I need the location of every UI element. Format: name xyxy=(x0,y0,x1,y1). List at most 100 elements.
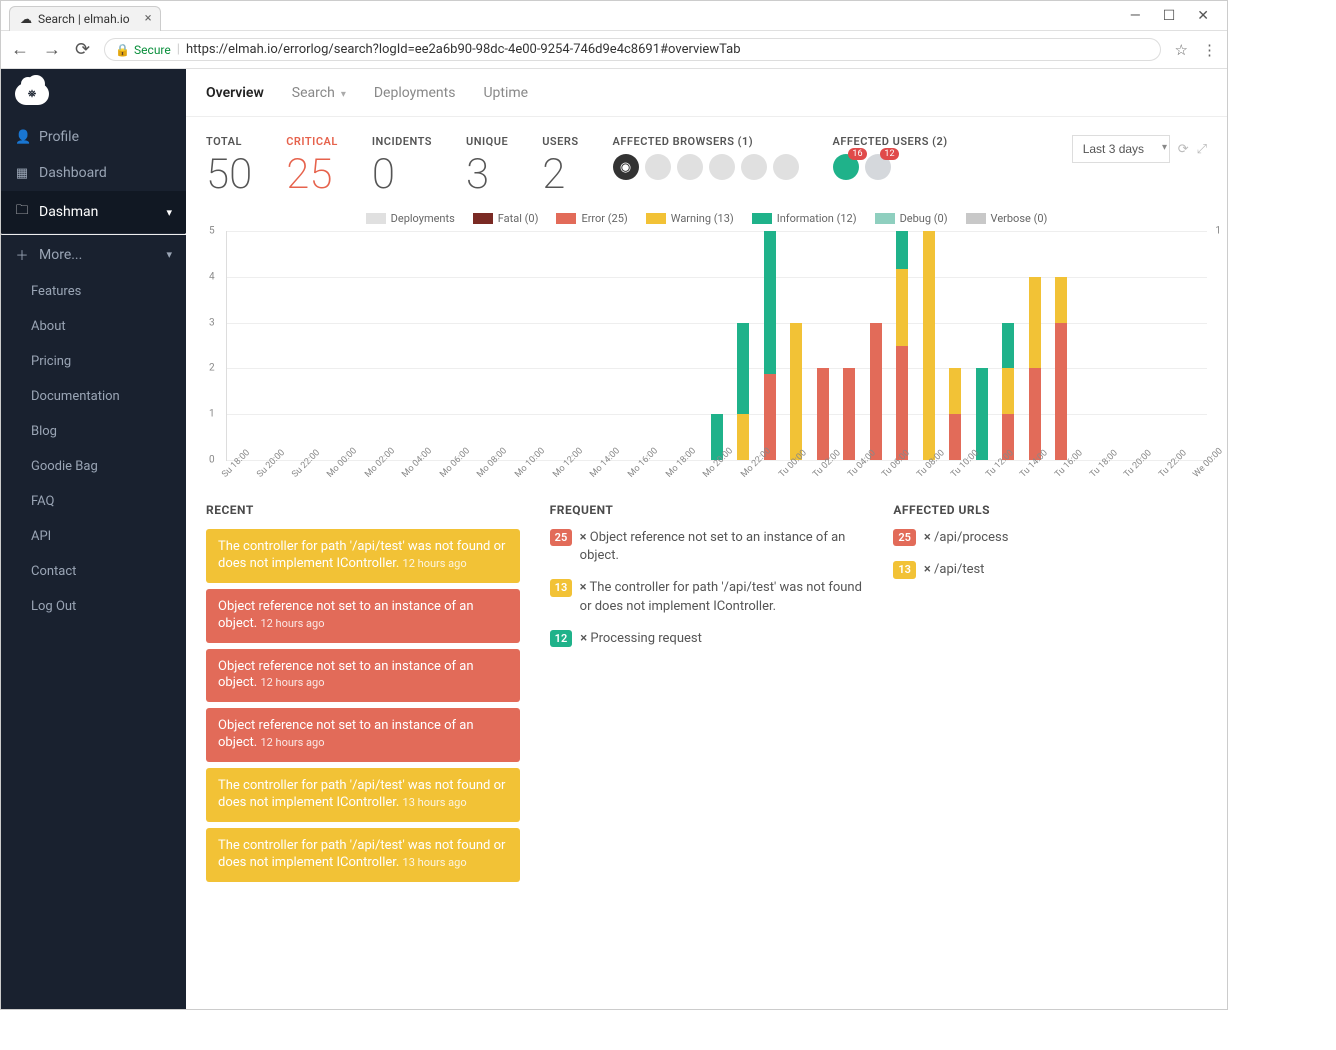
address-bar: ← → ⟳ 🔒 Secure | https://elmah.io/errorl… xyxy=(1,31,1227,69)
bar-slot xyxy=(1180,231,1206,460)
bar-slot xyxy=(333,231,359,460)
avatar[interactable]: 12 xyxy=(865,154,891,180)
bar-slot xyxy=(359,231,385,460)
bar-slot xyxy=(1154,231,1180,460)
folder-icon: 🗀 xyxy=(15,201,29,223)
recent-card[interactable]: Object reference not set to an instance … xyxy=(206,589,520,643)
bar-slot xyxy=(624,231,650,460)
recent-card[interactable]: The controller for path '/api/test' was … xyxy=(206,529,520,583)
window-maximize-icon[interactable]: ☐ xyxy=(1163,8,1176,24)
avatar[interactable]: 16 xyxy=(833,154,859,180)
recent-card[interactable]: Object reference not set to an instance … xyxy=(206,708,520,762)
bar-slot xyxy=(1022,231,1048,460)
url-item[interactable]: 25× /api/process xyxy=(893,529,1207,547)
sidebar-item-label: Dashman xyxy=(39,204,98,220)
bar-slot xyxy=(730,231,756,460)
section-title: FREQUENT xyxy=(550,503,864,517)
sidebar-item-features[interactable]: Features xyxy=(1,274,186,309)
bar-slot xyxy=(412,231,438,460)
sidebar-item-blog[interactable]: Blog xyxy=(1,414,186,449)
forward-icon[interactable]: → xyxy=(43,39,61,60)
tab-nav: Overview Search▾ Deployments Uptime xyxy=(186,69,1227,117)
bar-slot xyxy=(1075,231,1101,460)
recent-card[interactable]: The controller for path '/api/test' was … xyxy=(206,768,520,822)
sidebar-item-pricing[interactable]: Pricing xyxy=(1,344,186,379)
bar-slot xyxy=(704,231,730,460)
sidebar-item-label: Profile xyxy=(39,129,79,145)
url-item[interactable]: 13× /api/test xyxy=(893,561,1207,579)
refresh-icon[interactable]: ⟳ xyxy=(1178,142,1189,157)
user-icon: 👤 xyxy=(15,130,29,145)
frequent-column: FREQUENT 25× Object reference not set to… xyxy=(550,503,864,888)
tab-uptime[interactable]: Uptime xyxy=(483,85,528,101)
logo[interactable]: ⛯ xyxy=(1,69,186,119)
bar-slot xyxy=(439,231,465,460)
bar-slot xyxy=(995,231,1021,460)
edge-icon xyxy=(709,154,735,180)
bar-slot xyxy=(651,231,677,460)
bar-slot xyxy=(253,231,279,460)
bar-slot xyxy=(757,231,783,460)
tab-title: Search | elmah.io xyxy=(38,12,130,26)
tab-search[interactable]: Search▾ xyxy=(292,85,346,101)
bar-slot xyxy=(863,231,889,460)
stat-browsers: AFFECTED BROWSERS (1) ◉ xyxy=(613,135,799,180)
bar-slot xyxy=(306,231,332,460)
bar-slot xyxy=(545,231,571,460)
bar-slot xyxy=(518,231,544,460)
frequent-item[interactable]: 12× Processing request xyxy=(550,630,864,648)
recent-card[interactable]: Object reference not set to an instance … xyxy=(206,649,520,703)
bar-slot xyxy=(783,231,809,460)
sidebar-item-goodie-bag[interactable]: Goodie Bag xyxy=(1,449,186,484)
sidebar-item-contact[interactable]: Contact xyxy=(1,554,186,589)
sidebar-item-documentation[interactable]: Documentation xyxy=(1,379,186,414)
sidebar-item-api[interactable]: API xyxy=(1,519,186,554)
chart: 0123451 xyxy=(226,231,1207,461)
bar-slot xyxy=(810,231,836,460)
url-text: https://elmah.io/errorlog/search?logId=e… xyxy=(186,42,741,57)
bar-slot xyxy=(280,231,306,460)
sidebar: ⛯ 👤 Profile ▦ Dashboard 🗀 Dashman ▾ ＋ Mo… xyxy=(1,69,186,1009)
section-title: RECENT xyxy=(206,503,520,517)
back-icon[interactable]: ← xyxy=(11,39,29,60)
tab-close-icon[interactable]: × xyxy=(145,11,152,26)
bar-slot xyxy=(836,231,862,460)
menu-icon[interactable]: ⋮ xyxy=(1202,41,1217,59)
ie-icon xyxy=(677,154,703,180)
url-box[interactable]: 🔒 Secure | https://elmah.io/errorlog/sea… xyxy=(104,38,1160,61)
sidebar-item-label: More... xyxy=(39,247,82,263)
stat-users: USERS 2 xyxy=(542,135,578,196)
recent-card[interactable]: The controller for path '/api/test' was … xyxy=(206,828,520,882)
bar-slot xyxy=(465,231,491,460)
star-icon[interactable]: ☆ xyxy=(1175,41,1188,59)
stat-total: TOTAL 50 xyxy=(206,135,252,196)
window-close-icon[interactable]: ✕ xyxy=(1197,8,1209,24)
recent-column: RECENT The controller for path '/api/tes… xyxy=(206,503,520,888)
tab-overview[interactable]: Overview xyxy=(206,85,264,101)
frequent-item[interactable]: 13× The controller for path '/api/test' … xyxy=(550,579,864,615)
sidebar-item-more[interactable]: ＋ More... ▾ xyxy=(1,235,186,274)
chrome-icon: ◉ xyxy=(613,154,639,180)
tab-deployments[interactable]: Deployments xyxy=(374,85,456,101)
sidebar-item-dashboard[interactable]: ▦ Dashboard xyxy=(1,155,186,191)
window-minimize-icon[interactable]: — xyxy=(1130,8,1141,24)
frequent-item[interactable]: 25× Object reference not set to an insta… xyxy=(550,529,864,565)
reload-icon[interactable]: ⟳ xyxy=(75,39,90,60)
sidebar-item-faq[interactable]: FAQ xyxy=(1,484,186,519)
sidebar-item-log-out[interactable]: Log Out xyxy=(1,589,186,624)
range-select[interactable]: Last 3 days xyxy=(1072,135,1170,163)
bar-slot xyxy=(677,231,703,460)
grid-icon: ▦ xyxy=(15,166,29,181)
bar-slot xyxy=(889,231,915,460)
sidebar-item-app[interactable]: 🗀 Dashman ▾ xyxy=(1,191,186,233)
window-title-bar: ☁ Search | elmah.io × — ☐ ✕ xyxy=(1,1,1227,31)
expand-icon[interactable]: ⤢ xyxy=(1197,142,1207,157)
bar-slot xyxy=(1048,231,1074,460)
urls-column: AFFECTED URLS 25× /api/process 13× /api/t… xyxy=(893,503,1207,888)
section-title: AFFECTED URLS xyxy=(893,503,1207,517)
chevron-down-icon: ▾ xyxy=(166,206,172,219)
sidebar-item-profile[interactable]: 👤 Profile xyxy=(1,119,186,155)
sidebar-item-about[interactable]: About xyxy=(1,309,186,344)
stat-incidents: INCIDENTS 0 xyxy=(372,135,432,196)
browser-tab[interactable]: ☁ Search | elmah.io × xyxy=(9,6,161,31)
